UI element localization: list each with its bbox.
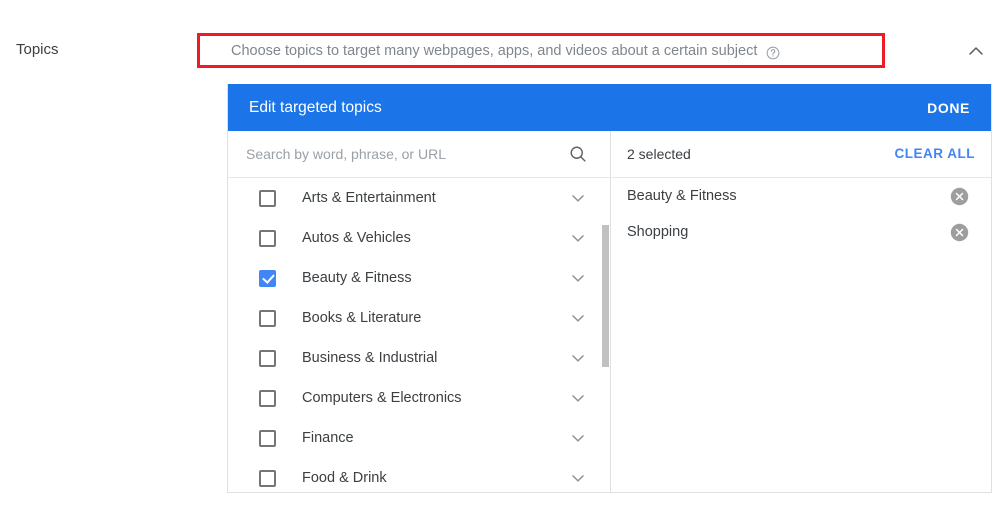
- topic-list-item[interactable]: Arts & Entertainment: [228, 178, 610, 218]
- chevron-down-icon[interactable]: [568, 268, 588, 288]
- selected-topics-header: 2 selected CLEAR ALL: [612, 131, 991, 178]
- dialog-header: Edit targeted topics DONE: [228, 84, 991, 131]
- topic-list-item[interactable]: Food & Drink: [228, 458, 610, 492]
- topic-checkbox[interactable]: [259, 389, 276, 407]
- selected-topic-label: Shopping: [627, 224, 689, 240]
- chevron-down-icon[interactable]: [568, 468, 588, 488]
- selected-count-label: 2 selected: [627, 146, 691, 162]
- topic-checkbox[interactable]: [259, 469, 276, 487]
- topics-input[interactable]: Choose topics to target many webpages, a…: [200, 36, 882, 65]
- edit-targeted-topics-dialog: Edit targeted topics DONE Search by word…: [227, 84, 992, 493]
- topic-list-item[interactable]: Autos & Vehicles: [228, 218, 610, 258]
- topics-label: Topics: [16, 41, 59, 58]
- topics-field-highlight: Choose topics to target many webpages, a…: [197, 33, 885, 68]
- topic-label: Autos & Vehicles: [302, 230, 411, 246]
- topics-row: Topics Choose topics to target many webp…: [0, 0, 1000, 84]
- topic-label: Arts & Entertainment: [302, 190, 436, 206]
- topic-checkbox[interactable]: [259, 429, 276, 447]
- topic-label: Beauty & Fitness: [302, 270, 412, 286]
- remove-circle-x-icon[interactable]: [950, 187, 969, 206]
- selected-topics-pane: 2 selected CLEAR ALL Beauty & Fitness Sh…: [612, 131, 991, 492]
- topic-checkbox[interactable]: [259, 229, 276, 247]
- topic-list-item[interactable]: Computers & Electronics: [228, 378, 610, 418]
- chevron-down-icon[interactable]: [568, 308, 588, 328]
- topic-label: Business & Industrial: [302, 350, 438, 366]
- topic-list-item[interactable]: Finance: [228, 418, 610, 458]
- topic-label: Finance: [302, 430, 354, 446]
- topic-list-scrollbar-thumb[interactable]: [602, 225, 609, 367]
- clear-all-button[interactable]: CLEAR ALL: [895, 144, 976, 164]
- topic-checkbox[interactable]: [259, 269, 276, 287]
- selected-topic-label: Beauty & Fitness: [627, 188, 737, 204]
- topic-list: Arts & Entertainment Autos & Vehicles Be…: [228, 178, 610, 492]
- dialog-body: Search by word, phrase, or URL Arts & En…: [228, 131, 991, 492]
- topic-checkbox[interactable]: [259, 189, 276, 207]
- topic-checkbox[interactable]: [259, 349, 276, 367]
- search-icon[interactable]: [568, 144, 588, 164]
- chevron-down-icon[interactable]: [568, 348, 588, 368]
- topic-checkbox[interactable]: [259, 309, 276, 327]
- done-button[interactable]: DONE: [927, 98, 970, 118]
- topic-label: Books & Literature: [302, 310, 422, 326]
- topic-list-item[interactable]: Beauty & Fitness: [228, 258, 610, 298]
- topic-browser-pane: Search by word, phrase, or URL Arts & En…: [228, 131, 611, 492]
- topics-input-placeholder: Choose topics to target many webpages, a…: [231, 42, 758, 59]
- topic-list-item[interactable]: Books & Literature: [228, 298, 610, 338]
- search-input[interactable]: Search by word, phrase, or URL: [246, 144, 568, 164]
- help-circle-icon[interactable]: [766, 46, 780, 60]
- selected-topics-list: Beauty & Fitness Shopping: [612, 178, 991, 492]
- chevron-down-icon[interactable]: [568, 228, 588, 248]
- remove-circle-x-icon[interactable]: [950, 223, 969, 242]
- chevron-down-icon[interactable]: [568, 188, 588, 208]
- topic-label: Computers & Electronics: [302, 390, 462, 406]
- selected-topic-item: Shopping: [612, 214, 991, 250]
- topic-label: Food & Drink: [302, 470, 387, 486]
- chevron-down-icon[interactable]: [568, 388, 588, 408]
- chevron-up-icon[interactable]: [965, 40, 987, 62]
- selected-topic-item: Beauty & Fitness: [612, 178, 991, 214]
- chevron-down-icon[interactable]: [568, 428, 588, 448]
- topic-list-item[interactable]: Business & Industrial: [228, 338, 610, 378]
- dialog-title: Edit targeted topics: [249, 98, 382, 116]
- search-row[interactable]: Search by word, phrase, or URL: [228, 131, 610, 178]
